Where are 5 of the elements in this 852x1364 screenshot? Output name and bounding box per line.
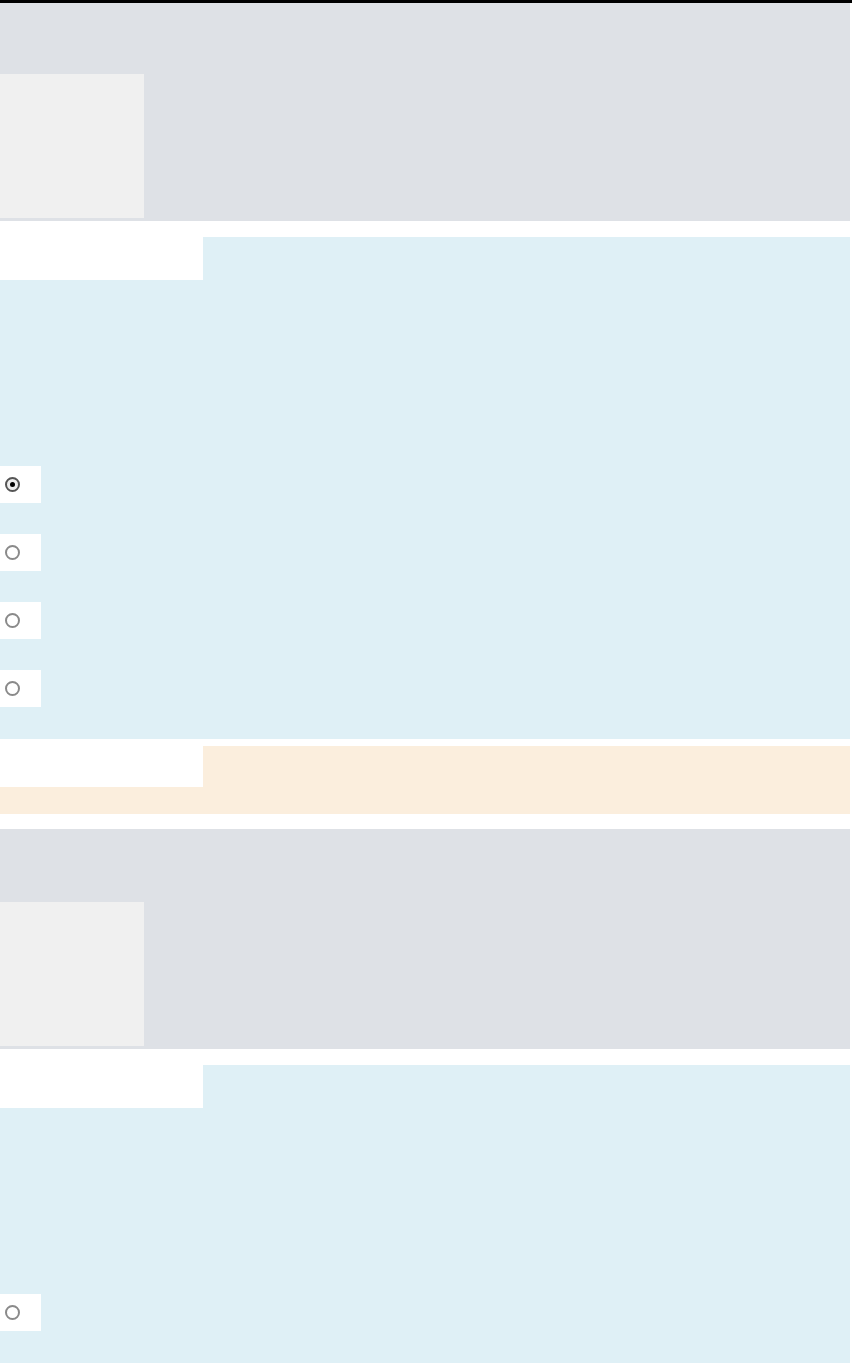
radio-button[interactable] — [5, 1305, 20, 1320]
radio-button[interactable] — [5, 613, 20, 628]
radio-button[interactable] — [5, 681, 20, 696]
radio-button[interactable] — [5, 477, 20, 492]
radio-button[interactable] — [5, 545, 20, 560]
